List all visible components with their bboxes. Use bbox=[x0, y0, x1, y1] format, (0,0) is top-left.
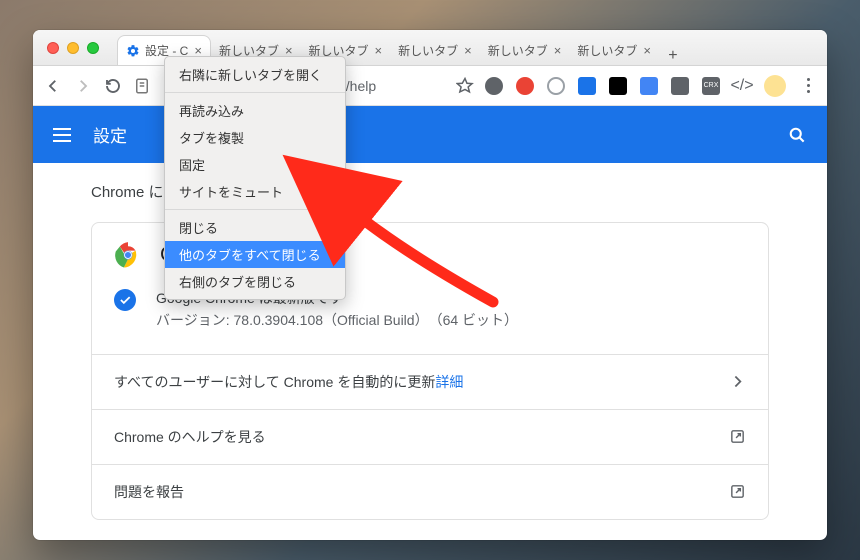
bookmark-button[interactable] bbox=[455, 76, 475, 96]
maximize-window-button[interactable] bbox=[87, 42, 99, 54]
tab-label: 新しいタブ bbox=[577, 42, 637, 59]
open-external-icon bbox=[729, 428, 746, 445]
ctx-reload[interactable]: 再読み込み bbox=[165, 97, 345, 124]
chrome-menu-button[interactable] bbox=[799, 78, 817, 93]
separator bbox=[165, 92, 345, 93]
gear-icon bbox=[126, 44, 140, 58]
minimize-window-button[interactable] bbox=[67, 42, 79, 54]
close-tab-icon[interactable]: × bbox=[554, 43, 562, 58]
close-window-button[interactable] bbox=[47, 42, 59, 54]
ctx-mute[interactable]: サイトをミュート bbox=[165, 178, 345, 205]
search-icon[interactable] bbox=[787, 125, 807, 145]
extension-icon[interactable] bbox=[640, 77, 658, 95]
extension-icon[interactable]: CRX bbox=[702, 77, 720, 95]
tab-new-4[interactable]: 新しいタブ × bbox=[480, 35, 570, 65]
tab-new-5[interactable]: 新しいタブ × bbox=[569, 35, 659, 65]
open-external-icon bbox=[729, 483, 746, 500]
ctx-close-others[interactable]: 他のタブをすべて閉じる bbox=[165, 241, 345, 268]
report-row[interactable]: 問題を報告 bbox=[92, 464, 768, 519]
ctx-close[interactable]: 閉じる bbox=[165, 214, 345, 241]
extension-icon[interactable] bbox=[578, 77, 596, 95]
page-info-icon[interactable] bbox=[133, 77, 151, 95]
ctx-pin[interactable]: 固定 bbox=[165, 151, 345, 178]
extension-icon[interactable] bbox=[671, 77, 689, 95]
auto-update-row[interactable]: すべてのユーザーに対して Chrome を自動的に更新 詳細 bbox=[92, 354, 768, 409]
row-text: Chrome のヘルプを見る bbox=[114, 427, 266, 447]
tab-context-menu[interactable]: 右隣に新しいタブを開く 再読み込み タブを複製 固定 サイトをミュート 閉じる … bbox=[164, 56, 346, 300]
separator bbox=[165, 209, 345, 210]
close-tab-icon[interactable]: × bbox=[464, 43, 472, 58]
ctx-duplicate[interactable]: タブを複製 bbox=[165, 124, 345, 151]
ctx-new-tab-right[interactable]: 右隣に新しいタブを開く bbox=[165, 61, 345, 88]
address-bar[interactable] bbox=[133, 77, 151, 95]
check-icon bbox=[114, 289, 136, 311]
row-text: すべてのユーザーに対して Chrome を自動的に更新 bbox=[114, 372, 435, 392]
close-tab-icon[interactable]: × bbox=[643, 43, 651, 58]
chrome-logo-icon bbox=[114, 241, 142, 269]
chevron-right-icon bbox=[729, 373, 746, 390]
extension-icon[interactable] bbox=[485, 77, 503, 95]
reload-button[interactable] bbox=[103, 76, 123, 96]
extension-icon[interactable] bbox=[609, 77, 627, 95]
extension-icon[interactable]: </> bbox=[733, 77, 751, 95]
details-link[interactable]: 詳細 bbox=[435, 372, 463, 392]
toolbar: gs/help CRX </> bbox=[33, 66, 827, 106]
row-text: 問題を報告 bbox=[114, 482, 184, 502]
tab-new-3[interactable]: 新しいタブ × bbox=[390, 35, 480, 65]
settings-content: Chrome に Google Chrome Google Chrome は最新… bbox=[33, 163, 827, 538]
back-button[interactable] bbox=[43, 76, 63, 96]
new-tab-button[interactable]: + bbox=[659, 47, 687, 65]
extension-icon[interactable] bbox=[547, 77, 565, 95]
tab-label: 新しいタブ bbox=[398, 42, 458, 59]
titlebar: 設定 - C × 新しいタブ× 新しいタブ× 新しいタブ× 新しいタブ× 新しい… bbox=[33, 30, 827, 66]
extensions: CRX </> bbox=[485, 75, 817, 97]
help-row[interactable]: Chrome のヘルプを見る bbox=[92, 409, 768, 464]
ctx-close-right[interactable]: 右側のタブを閉じる bbox=[165, 268, 345, 295]
tab-label: 新しいタブ bbox=[488, 42, 548, 59]
extension-icon[interactable] bbox=[516, 77, 534, 95]
profile-avatar[interactable] bbox=[764, 75, 786, 97]
close-tab-icon[interactable]: × bbox=[375, 43, 383, 58]
status-line-2: バージョン: 78.0.3904.108（Official Build） （64… bbox=[156, 309, 518, 331]
settings-app-bar: 設定 bbox=[33, 106, 827, 163]
menu-icon[interactable] bbox=[53, 128, 71, 142]
window-controls bbox=[47, 42, 99, 54]
forward-button[interactable] bbox=[73, 76, 93, 96]
browser-window: 設定 - C × 新しいタブ× 新しいタブ× 新しいタブ× 新しいタブ× 新しい… bbox=[33, 30, 827, 540]
